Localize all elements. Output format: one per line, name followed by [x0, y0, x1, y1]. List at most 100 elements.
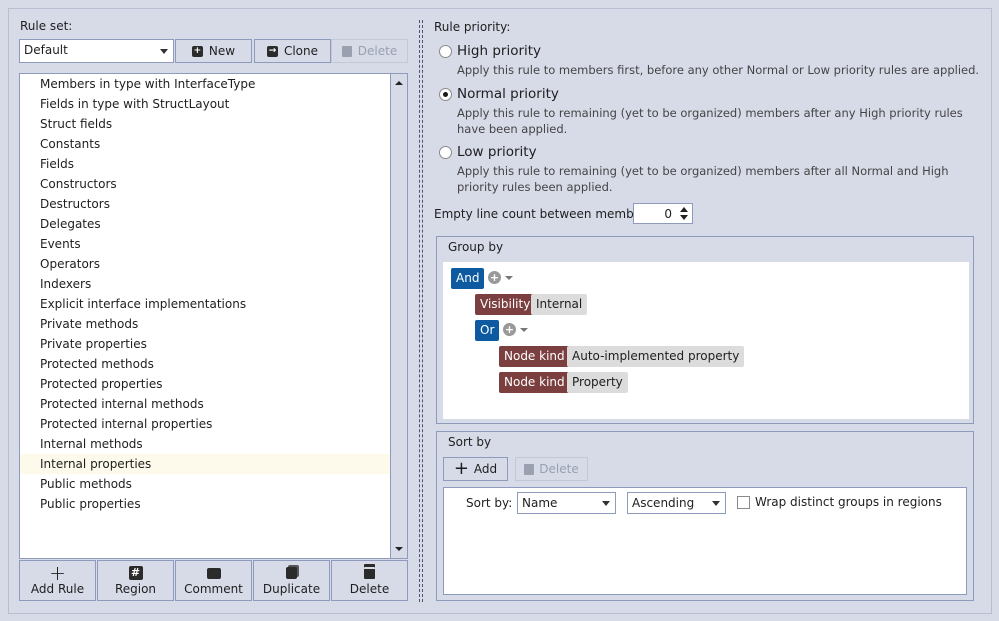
high-priority-label[interactable]: High priority: [457, 43, 541, 59]
panel-splitter[interactable]: [419, 20, 423, 602]
node-kind-key-chip[interactable]: Node kind: [499, 372, 570, 393]
rule-list-item[interactable]: Struct fields: [20, 114, 390, 134]
new-label: New: [208, 44, 236, 58]
rule-list-item[interactable]: Protected properties: [20, 374, 390, 394]
node-kind-value-chip[interactable]: Property: [567, 372, 628, 393]
wrap-regions-checkbox[interactable]: [737, 496, 750, 509]
wrap-regions-label[interactable]: Wrap distinct groups in regions: [755, 495, 942, 509]
visibility-key-chip[interactable]: Visibility: [475, 294, 536, 315]
delete-sort-button[interactable]: Delete: [515, 457, 588, 481]
ruleset-selected: Default: [24, 43, 68, 57]
scroll-down-icon[interactable]: [395, 547, 403, 551]
group-by-title: Group by: [448, 240, 504, 254]
duplicate-button[interactable]: Duplicate: [253, 560, 330, 601]
node-kind-key-chip[interactable]: Node kind: [499, 346, 570, 367]
normal-priority-desc: Apply this rule to remaining (yet to be …: [457, 106, 963, 136]
comment-button[interactable]: Comment: [175, 560, 252, 601]
rule-priority-label: Rule priority:: [434, 20, 511, 34]
rule-list-item[interactable]: Public methods: [20, 474, 390, 494]
comment-label: Comment: [184, 582, 243, 596]
rule-list-item[interactable]: Internal methods: [20, 434, 390, 454]
sort-field-dropdown[interactable]: Name: [517, 492, 616, 514]
and-operator-chip[interactable]: And: [451, 268, 485, 289]
chevron-down-icon[interactable]: [505, 276, 513, 280]
delete-rule-label: Delete: [349, 582, 390, 596]
chevron-down-icon[interactable]: [520, 328, 528, 332]
add-rule-button[interactable]: + Add Rule: [19, 560, 96, 601]
low-priority-label[interactable]: Low priority: [457, 144, 537, 160]
delete-sort-label: Delete: [539, 462, 579, 476]
rule-list-item[interactable]: Protected internal properties: [20, 414, 390, 434]
clone-ruleset-button[interactable]: → Clone: [254, 39, 331, 63]
add-condition-icon[interactable]: +: [488, 271, 501, 284]
chevron-down-icon: [712, 501, 720, 506]
high-priority-desc: Apply this rule to members first, before…: [457, 63, 980, 77]
rule-list[interactable]: Members in type with InterfaceType Fields…: [19, 73, 390, 559]
sort-order-dropdown[interactable]: Ascending: [627, 492, 726, 514]
node-kind-value-chip[interactable]: Auto-implemented property: [567, 346, 745, 367]
empty-line-count-value: 0: [664, 207, 672, 221]
sort-order-value: Ascending: [632, 496, 695, 510]
rule-list-item[interactable]: Explicit interface implementations: [20, 294, 390, 314]
group-by-tree: And + Visibility Internal Or + Node kind…: [443, 262, 969, 419]
rule-list-item[interactable]: Constructors: [20, 174, 390, 194]
stepper-up-icon[interactable]: [680, 207, 688, 212]
group-by-panel: Group by And + Visibility Internal Or + …: [436, 236, 974, 424]
normal-priority-radio[interactable]: [439, 88, 452, 101]
rule-list-item[interactable]: Indexers: [20, 274, 390, 294]
visibility-value-chip[interactable]: Internal: [531, 294, 588, 315]
low-priority-desc: Apply this rule to remaining (yet to be …: [457, 164, 949, 194]
region-button[interactable]: # Region: [97, 560, 174, 601]
rule-list-scrollbar[interactable]: [390, 73, 408, 559]
hash-icon: #: [128, 565, 143, 581]
stepper-down-icon[interactable]: [680, 215, 688, 220]
rule-list-item[interactable]: Private methods: [20, 314, 390, 334]
rule-list-item[interactable]: Protected methods: [20, 354, 390, 374]
rule-list-item[interactable]: Protected internal methods: [20, 394, 390, 414]
sort-by-panel: Sort by + Add Delete Sort by: Name Ascen…: [436, 431, 974, 601]
scroll-up-icon[interactable]: [395, 81, 403, 85]
clone-icon: →: [266, 45, 278, 57]
region-label: Region: [114, 582, 157, 596]
sort-by-row-label: Sort by:: [466, 496, 513, 510]
empty-line-count-label: Empty line count between members:: [434, 207, 657, 221]
normal-priority-label[interactable]: Normal priority: [457, 86, 559, 102]
rule-list-item[interactable]: Fields in type with StructLayout: [20, 94, 390, 114]
trash-icon: [364, 565, 375, 581]
delete-rule-button[interactable]: Delete: [331, 560, 408, 601]
plus-square-icon: +: [191, 45, 203, 57]
chevron-down-icon: [602, 501, 610, 506]
new-ruleset-button[interactable]: + New: [175, 39, 252, 63]
sort-field-value: Name: [522, 496, 558, 510]
rule-list-item[interactable]: Internal properties: [20, 454, 390, 474]
trash-icon: [341, 45, 352, 57]
or-operator-chip[interactable]: Or: [475, 320, 500, 341]
rule-list-item[interactable]: Constants: [20, 134, 390, 154]
chevron-down-icon: [160, 49, 168, 54]
rule-list-item[interactable]: Destructors: [20, 194, 390, 214]
clone-label: Clone: [283, 44, 319, 58]
plus-icon: +: [49, 561, 66, 585]
trash-icon: [524, 463, 535, 475]
ruleset-dropdown[interactable]: Default: [19, 39, 174, 63]
low-priority-radio[interactable]: [439, 146, 452, 159]
rule-list-item[interactable]: Fields: [20, 154, 390, 174]
duplicate-icon: [286, 565, 297, 581]
add-condition-icon[interactable]: +: [503, 323, 516, 336]
comment-icon: [206, 565, 221, 581]
empty-line-count-stepper[interactable]: 0: [633, 203, 693, 224]
delete-label: Delete: [357, 44, 398, 58]
rule-list-item[interactable]: Members in type with InterfaceType: [20, 74, 390, 94]
duplicate-label: Duplicate: [262, 582, 321, 596]
plus-icon: +: [453, 458, 469, 479]
rule-list-item[interactable]: Delegates: [20, 214, 390, 234]
delete-ruleset-button[interactable]: Delete: [331, 39, 408, 63]
rule-list-item[interactable]: Operators: [20, 254, 390, 274]
high-priority-radio[interactable]: [439, 45, 452, 58]
rule-list-item[interactable]: Private properties: [20, 334, 390, 354]
ruleset-label: Rule set:: [20, 19, 73, 33]
add-sort-button[interactable]: + Add: [443, 457, 508, 481]
rule-list-item[interactable]: Events: [20, 234, 390, 254]
rule-list-item[interactable]: Public properties: [20, 494, 390, 514]
add-rule-label: Add Rule: [30, 582, 85, 596]
